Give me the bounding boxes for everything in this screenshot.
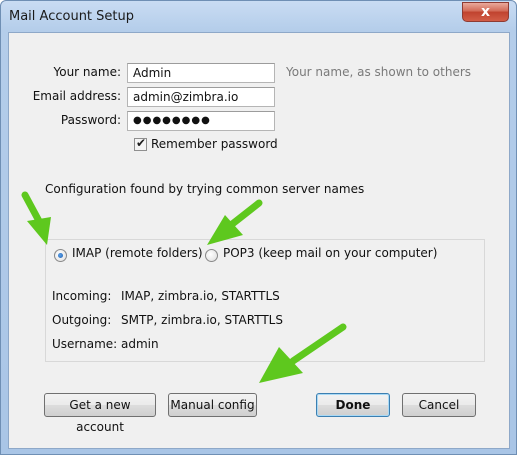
incoming-value: IMAP, zimbra.io, STARTTLS [121,289,280,303]
username-value: admin [121,337,159,351]
outgoing-label: Outgoing: [52,313,112,327]
imap-label[interactable]: IMAP (remote folders) [72,246,203,260]
remember-password-label[interactable]: Remember password [151,137,278,151]
close-button[interactable]: x [462,2,509,22]
done-button[interactable]: Done [316,393,390,417]
incoming-label: Incoming: [52,289,112,303]
get-new-account-button[interactable]: Get a new account [44,393,156,434]
configuration-status: Configuration found by trying common ser… [45,182,365,196]
radio-selected-icon [58,253,63,258]
annotation-arrow-imap-icon [21,191,51,245]
annotation-arrow-manual-config-icon [259,323,347,383]
close-icon[interactable]: x [463,4,508,20]
title-bar: Mail Account Setup x [1,1,516,33]
email-field[interactable]: admin@zimbra.io [127,87,275,107]
password-label: Password: [60,113,121,127]
mail-account-setup-window: Mail Account Setup x Your name: Admin Yo… [0,0,517,455]
name-hint: Your name, as shown to others [286,65,472,79]
password-field[interactable]: ●●●●●●●● [127,111,275,131]
remember-password-checkbox[interactable]: ✔ [134,136,147,151]
annotation-arrow-pop3-icon [207,199,263,245]
name-field[interactable]: Admin [127,63,275,83]
email-label: Email address: [32,89,121,103]
manual-config-button[interactable]: Manual config [168,393,257,417]
username-label: Username: [52,337,118,351]
name-label: Your name: [53,65,121,79]
window-title: Mail Account Setup [9,9,134,24]
checkmark-icon: ✔ [136,136,147,150]
cancel-button[interactable]: Cancel [402,393,476,417]
